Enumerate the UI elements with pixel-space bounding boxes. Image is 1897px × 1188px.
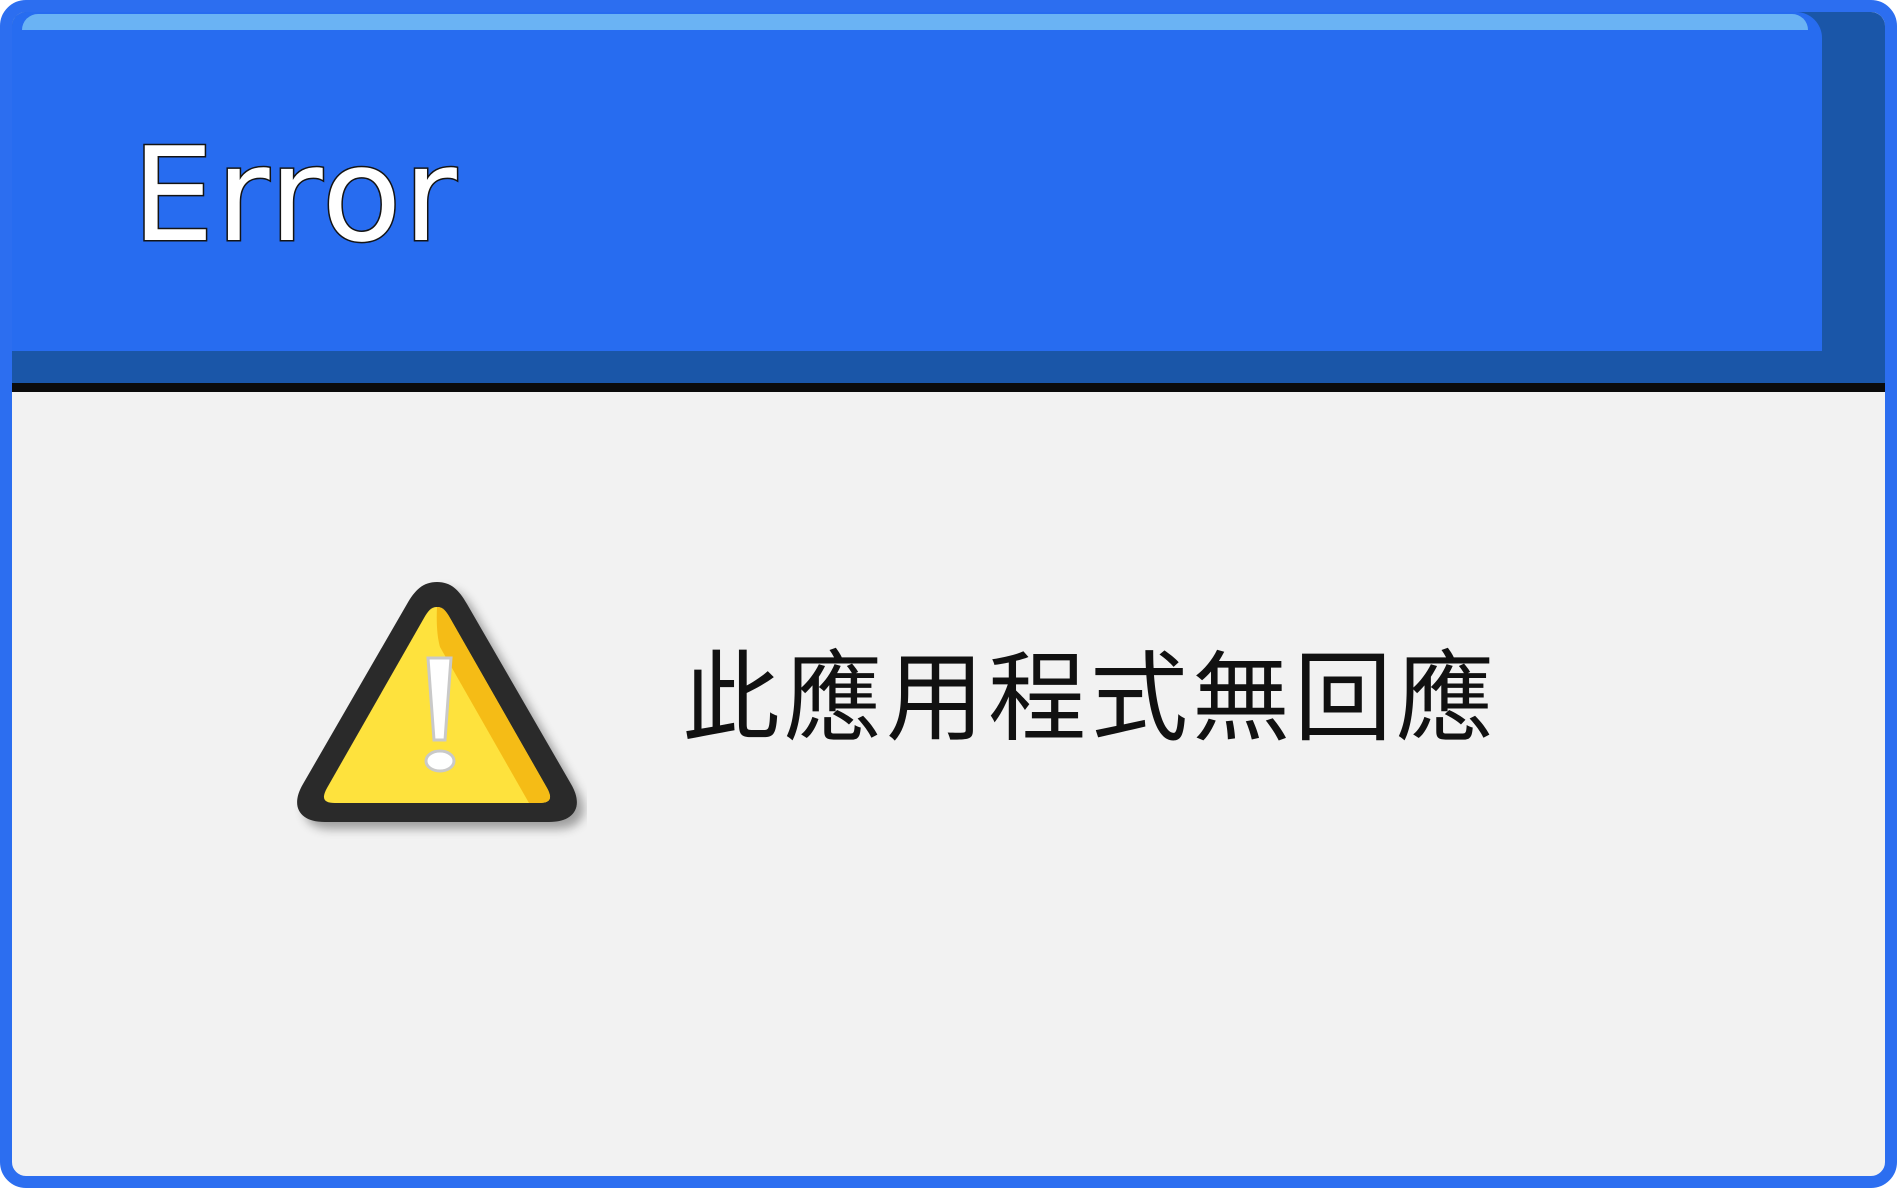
dialog-body: 此應用程式無回應: [12, 392, 1885, 1176]
dialog-title: Error: [131, 119, 459, 271]
title-bar-highlight: [22, 14, 1808, 30]
warning-triangle-icon: [287, 570, 587, 840]
error-dialog: Error 此應用程式無回應: [0, 0, 1897, 1188]
title-bar[interactable]: Error: [12, 12, 1885, 383]
title-divider: [12, 383, 1885, 392]
error-message: 此應用程式無回應: [682, 642, 1499, 756]
